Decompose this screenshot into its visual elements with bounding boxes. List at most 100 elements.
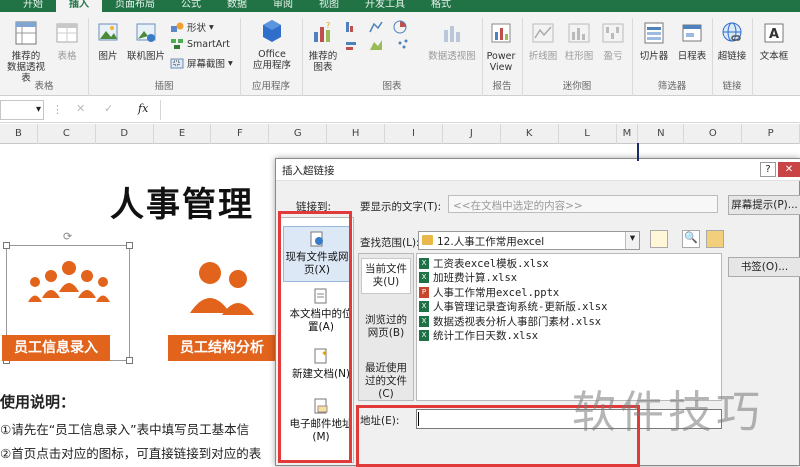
enter-icon[interactable]: ✓ — [104, 102, 113, 115]
column-header[interactable]: F — [211, 124, 270, 144]
browse-web-icon[interactable]: 🔍 — [682, 230, 700, 248]
employee-structure-button[interactable]: 员工结构分析 — [168, 335, 276, 361]
column-header[interactable]: E — [154, 124, 212, 144]
bookmark-button[interactable]: 书签(O)... — [728, 257, 800, 277]
employee-input-button[interactable]: 员工信息录入 — [2, 335, 110, 361]
chart-types-icon — [346, 20, 408, 50]
column-header[interactable]: B — [0, 124, 38, 144]
column-header[interactable]: O — [684, 124, 743, 144]
column-header[interactable]: M — [617, 124, 639, 144]
textbox-button[interactable]: A 文本框 — [754, 20, 794, 62]
screen-tip-button[interactable]: 屏幕提示(P)... — [728, 195, 800, 215]
formula-input[interactable] — [160, 100, 800, 120]
tab-review[interactable]: 审阅 — [260, 0, 306, 12]
picture-label: 图片 — [98, 51, 118, 62]
sparkline-line-button[interactable]: 折线图 — [526, 20, 560, 62]
column-header[interactable]: P — [742, 124, 800, 144]
office-apps-button[interactable]: Office 应用程序 — [246, 18, 298, 71]
sparkline-column-label: 柱形图 — [564, 51, 594, 62]
file-row[interactable]: X 统计工作日天数.xlsx — [419, 329, 538, 344]
rotate-handle-icon[interactable]: ⟳ — [63, 230, 72, 243]
nav-browsed-pages[interactable]: 浏览过的网页(B) — [361, 314, 411, 340]
column-header[interactable]: L — [559, 124, 617, 144]
fx-icon[interactable]: fx — [138, 102, 148, 115]
help-button[interactable]: ? — [760, 162, 776, 177]
watermark-text: 软件技巧 — [572, 387, 764, 438]
cancel-icon[interactable]: ✕ — [76, 102, 85, 115]
column-header[interactable]: H — [327, 124, 386, 144]
table-label: 表格 — [57, 51, 77, 62]
tab-insert[interactable]: 插入 — [56, 0, 102, 12]
table-button[interactable]: 表格 — [52, 20, 82, 62]
look-in-value: 12.人事工作常用excel — [437, 236, 545, 248]
hyperlink-globe-icon — [722, 22, 742, 42]
screenshot-button[interactable]: 屏幕截图 ▾ — [170, 56, 233, 70]
recommended-charts-button[interactable]: ? 推荐的 图表 — [306, 20, 340, 73]
column-header[interactable]: N — [638, 124, 685, 144]
smartart-button[interactable]: SmartArt — [170, 38, 230, 50]
timeline-button[interactable]: 日程表 — [674, 20, 710, 62]
column-header[interactable]: D — [96, 124, 154, 144]
excel-file-icon: X — [419, 272, 429, 284]
column-header[interactable]: J — [443, 124, 501, 144]
column-header[interactable]: I — [385, 124, 443, 144]
column-header[interactable]: C — [38, 124, 96, 144]
slicer-button[interactable]: 切片器 — [636, 20, 672, 62]
tab-format[interactable]: 格式 — [418, 0, 464, 12]
column-header[interactable]: G — [269, 124, 328, 144]
browse-file-icon[interactable] — [706, 230, 724, 248]
pivot-chart-label: 数据透视图 — [428, 51, 476, 62]
resize-handle[interactable] — [126, 242, 133, 249]
group-label-sparklines: 迷你图 — [562, 81, 592, 92]
hyperlink-button[interactable]: 超链接 — [714, 20, 750, 62]
tab-view[interactable]: 视图 — [306, 0, 352, 12]
shapes-button[interactable]: 形状 ▾ — [170, 20, 214, 34]
chevron-down-icon: ▾ — [228, 57, 233, 69]
staff-structure-shape[interactable] — [170, 253, 270, 323]
smartart-label: SmartArt — [187, 38, 230, 50]
file-row[interactable]: X 数据透视表分析人事部门素材.xlsx — [419, 314, 601, 329]
slicer-label: 切片器 — [639, 51, 669, 62]
slicer-icon — [644, 22, 664, 44]
group-label-reports: 报告 — [492, 81, 512, 92]
formula-bar-handle[interactable]: ⋮ — [52, 103, 63, 116]
power-view-button[interactable]: Power View — [484, 20, 518, 73]
highlight-sidebar — [278, 211, 352, 463]
nav-recent-files[interactable]: 最近使用过的文件(C) — [361, 362, 411, 401]
file-row[interactable]: X 加班费计算.xlsx — [419, 271, 517, 286]
pivot-chart-button[interactable]: 数据透视图 — [424, 20, 480, 62]
tab-data[interactable]: 数据 — [214, 0, 260, 12]
close-button[interactable]: ✕ — [778, 162, 800, 177]
up-folder-icon[interactable] — [650, 230, 668, 248]
chevron-down-icon[interactable]: ▾ — [625, 232, 639, 249]
name-box[interactable]: ▾ — [0, 100, 44, 120]
display-text-input[interactable]: <<在文档中选定的内容>> — [448, 195, 718, 213]
file-row[interactable]: X 人事管理记录查询系统-更新版.xlsx — [419, 300, 607, 315]
resize-handle[interactable] — [3, 242, 10, 249]
file-name: 数据透视表分析人事部门素材.xlsx — [433, 315, 602, 328]
power-view-icon — [491, 23, 511, 43]
file-row[interactable]: P 人事工作常用excel.pptx — [419, 285, 559, 300]
hyperlink-label: 超链接 — [717, 51, 747, 62]
excel-file-icon: X — [419, 301, 429, 313]
sparkline-winloss-button[interactable]: 盈亏 — [598, 20, 628, 62]
tab-developer[interactable]: 开发工具 — [352, 0, 418, 12]
file-name: 工资表excel模板.xlsx — [433, 257, 549, 270]
file-row[interactable]: X 工资表excel模板.xlsx — [419, 256, 549, 271]
sparkline-column-button[interactable]: 柱形图 — [562, 20, 596, 62]
sparkline-line-icon — [532, 23, 554, 43]
svg-text:A: A — [769, 27, 779, 42]
dialog-title: 插入超链接 — [282, 165, 335, 177]
tab-page-layout[interactable]: 页面布局 — [102, 0, 168, 12]
picture-button[interactable]: 图片 — [94, 20, 122, 62]
online-picture-icon — [136, 23, 156, 42]
recommended-pivot-button[interactable]: 推荐的 数据透视表 — [4, 20, 48, 84]
usage-line-2: ②首页点击对应的图标，可直接链接到对应的表 — [0, 446, 262, 461]
tab-home[interactable]: 开始 — [10, 0, 56, 12]
look-in-dropdown[interactable]: 12.人事工作常用excel ▾ — [418, 231, 640, 250]
column-header[interactable]: K — [501, 124, 559, 144]
tab-formulas[interactable]: 公式 — [168, 0, 214, 12]
resize-handle[interactable] — [126, 357, 133, 364]
nav-current-folder[interactable]: 当前文件夹(U) — [361, 258, 411, 294]
online-picture-button[interactable]: 联机图片 — [124, 20, 168, 62]
